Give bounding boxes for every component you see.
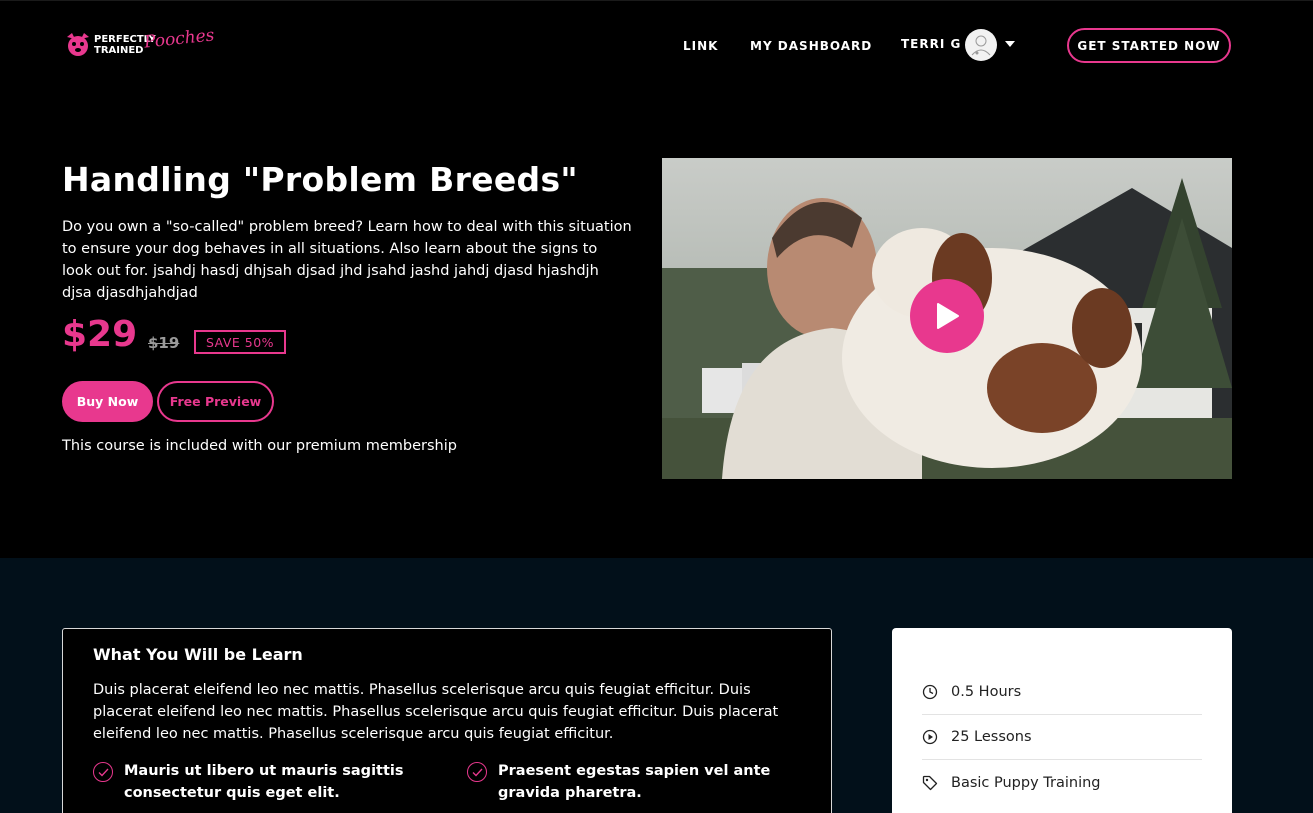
- lessons-row: 25 Lessons: [922, 715, 1202, 760]
- nav-my-dashboard[interactable]: MY DASHBOARD: [750, 39, 872, 53]
- course-description: Do you own a "so-called" problem breed? …: [62, 219, 632, 301]
- dog-face-icon: [67, 33, 89, 56]
- course-hero: Handling "Problem Breeds" Do you own a "…: [0, 88, 1313, 558]
- buy-now-button[interactable]: Buy Now: [62, 381, 153, 422]
- save-badge: SAVE 50%: [194, 330, 286, 354]
- logo-script: Pooches: [143, 25, 216, 53]
- learn-description: Duis placerat eleifend leo nec mattis. P…: [93, 682, 779, 742]
- clock-icon: [922, 684, 938, 700]
- course-title: Handling "Problem Breeds": [62, 160, 578, 199]
- user-name[interactable]: TERRI G: [901, 37, 961, 51]
- duration-text: 0.5 Hours: [951, 684, 1022, 700]
- original-price: $19: [148, 334, 180, 352]
- play-button[interactable]: [910, 279, 984, 353]
- lessons-text: 25 Lessons: [951, 729, 1032, 745]
- learn-card: What You Will be Learn Duis placerat ele…: [62, 628, 832, 813]
- tag-icon: [922, 775, 938, 790]
- list-item-label: Praesent egestas sapien vel ante gravida…: [498, 763, 771, 801]
- list-item-label: Mauris ut libero ut mauris sagittis cons…: [124, 763, 404, 801]
- course-info-card: 0.5 Hours 25 Lessons Basic Puppy Trainin…: [892, 628, 1232, 813]
- user-avatar-icon: [971, 35, 991, 56]
- learn-title: What You Will be Learn: [93, 645, 303, 664]
- play-circle-icon: [922, 729, 938, 745]
- play-icon: [937, 303, 959, 329]
- category-row: Basic Puppy Training: [922, 760, 1202, 805]
- membership-note: This course is included with our premium…: [62, 438, 457, 454]
- avatar[interactable]: [965, 29, 997, 61]
- free-preview-button[interactable]: Free Preview: [157, 381, 274, 422]
- duration-row: 0.5 Hours: [922, 670, 1202, 715]
- list-item: Mauris ut libero ut mauris sagittis cons…: [93, 760, 413, 804]
- course-price: $29: [62, 314, 138, 355]
- category-text: Basic Puppy Training: [951, 774, 1101, 791]
- check-circle-icon: [467, 762, 487, 782]
- check-circle-icon: [93, 762, 113, 782]
- chevron-down-icon[interactable]: [1005, 41, 1015, 47]
- list-item: Praesent egestas sapien vel ante gravida…: [467, 760, 807, 804]
- site-logo[interactable]: PERFECTLY TRAINED Pooches: [64, 25, 215, 61]
- get-started-button[interactable]: GET STARTED NOW: [1067, 28, 1231, 63]
- nav-link[interactable]: LINK: [683, 39, 718, 53]
- site-header: PERFECTLY TRAINED Pooches LINK MY DASHBO…: [0, 0, 1313, 88]
